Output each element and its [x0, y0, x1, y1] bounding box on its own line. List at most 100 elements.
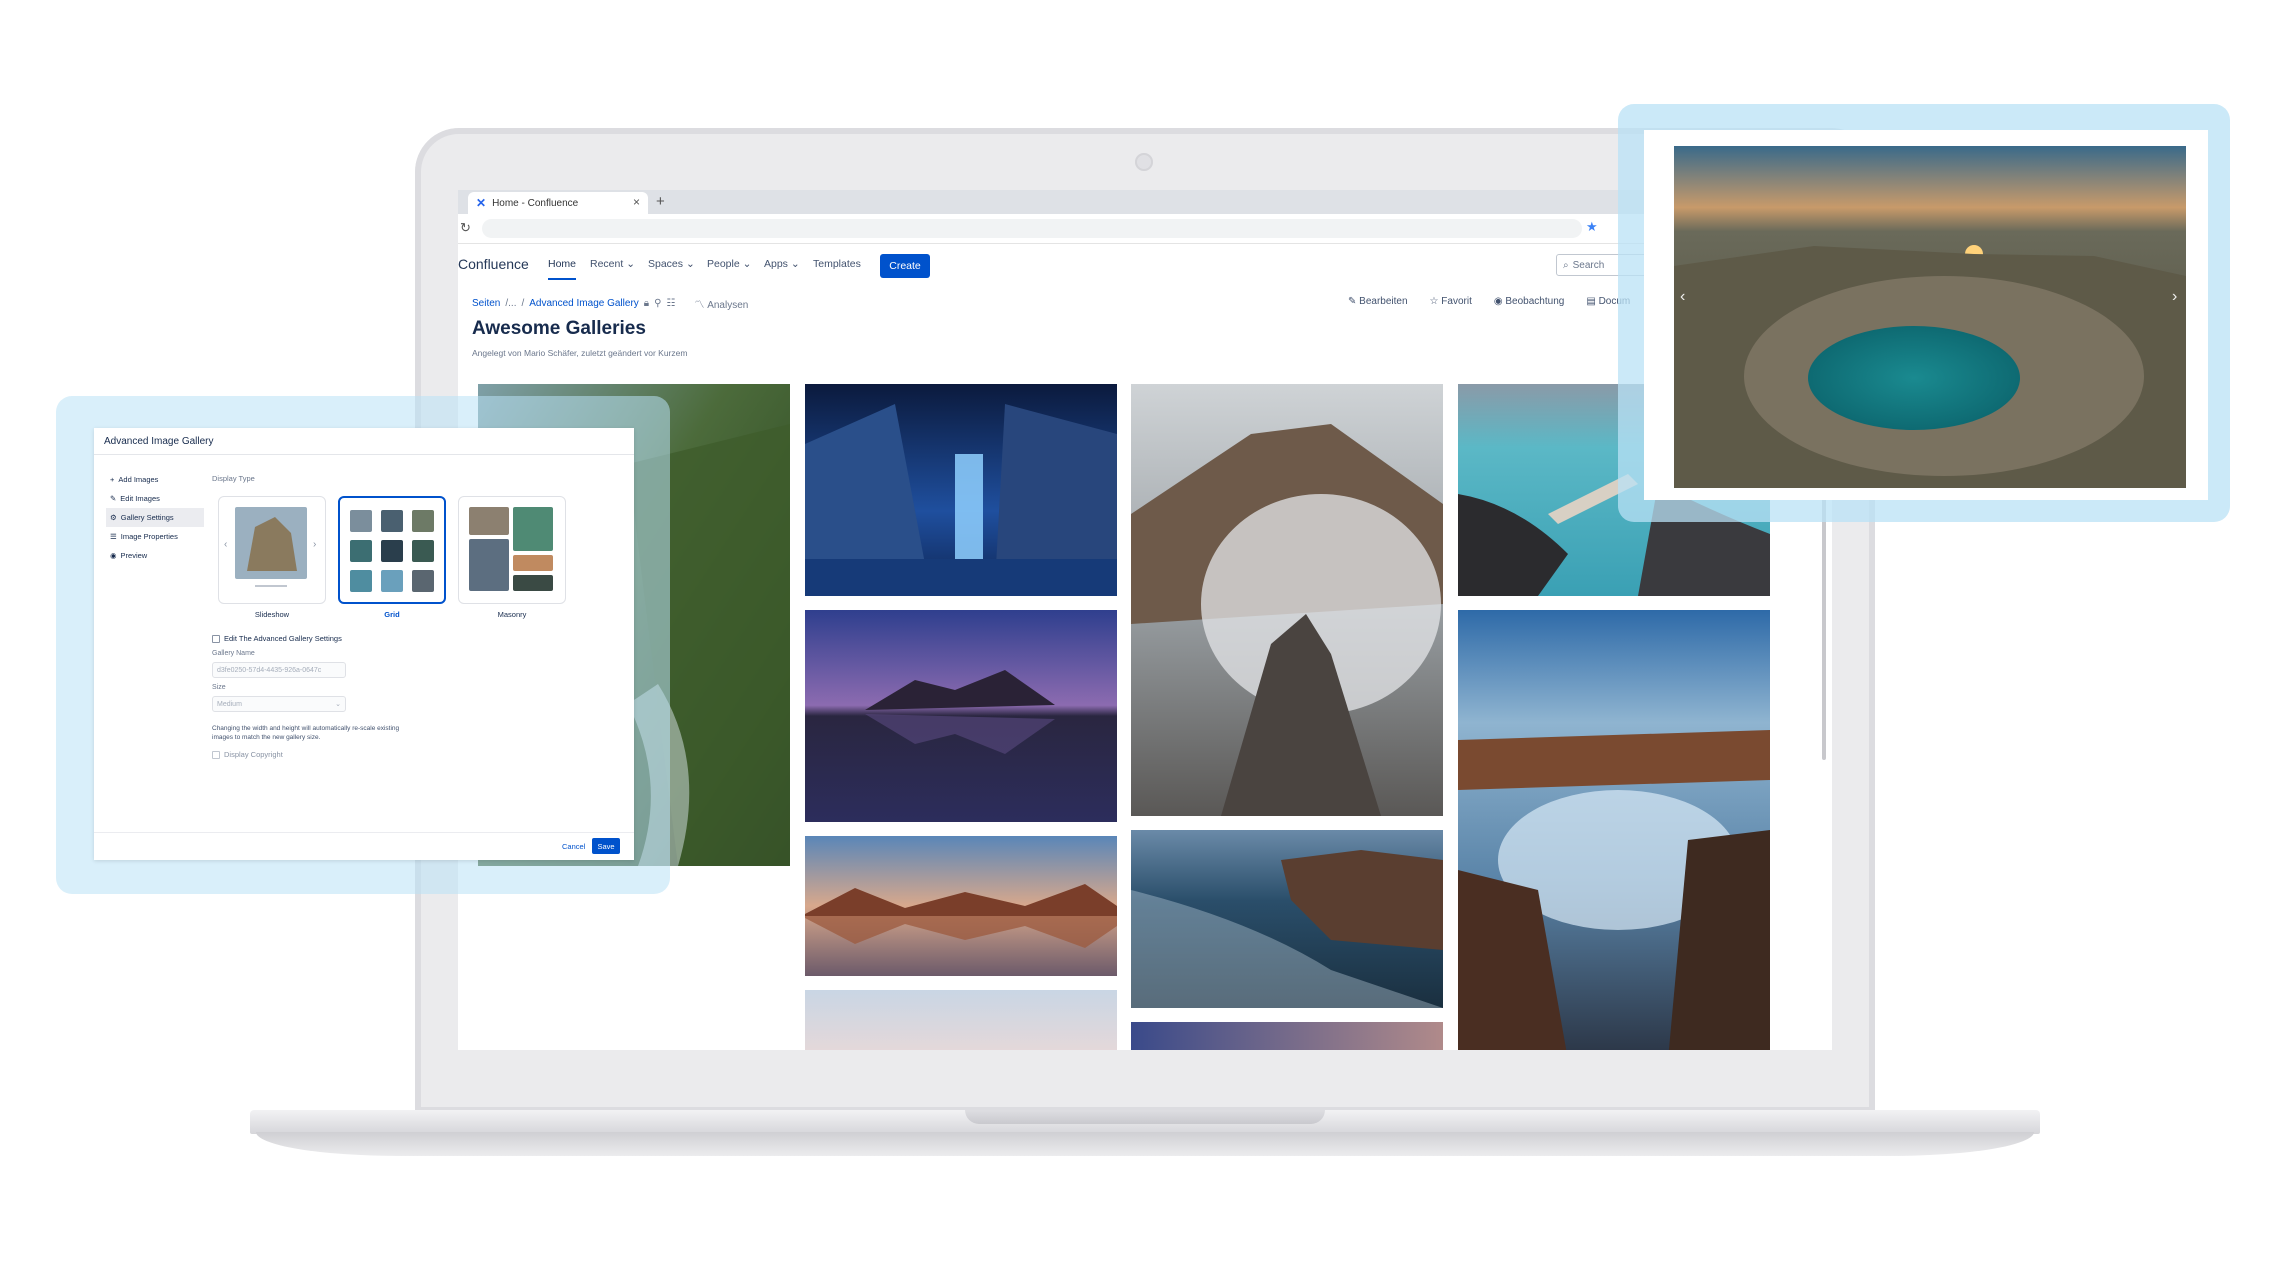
reload-icon[interactable]: ↻ [460, 220, 471, 236]
laptop-base-edge [256, 1132, 2034, 1156]
analytics-icon: 〽 [694, 300, 705, 311]
tab-close-icon[interactable]: × [633, 195, 640, 209]
breadcrumb-ellipsis[interactable]: /... [505, 298, 516, 309]
edit-label: Bearbeiten [1359, 296, 1408, 307]
menu-edit-images[interactable]: ✎ Edit Images [106, 489, 204, 508]
breadcrumb: Seiten /... / Advanced Image Gallery 🔒︎ … [472, 296, 748, 311]
masonry-thumbnail-icon [469, 507, 553, 591]
size-value: Medium [217, 700, 242, 708]
masonry-caption: Masonry [497, 610, 527, 619]
menu-label: Edit Images [120, 494, 160, 503]
slideshow-caption: Slideshow [254, 610, 290, 619]
nav-apps-label: Apps [764, 258, 788, 270]
svg-text:›: › [313, 539, 316, 550]
menu-label: Preview [120, 551, 148, 560]
gallery-image-coast-cliff[interactable] [1131, 830, 1443, 1008]
dialog-divider [94, 454, 634, 455]
slideshow-image-crater-lake[interactable] [1674, 146, 2186, 488]
page-byline: Angelegt von Mario Schäfer, zuletzt geän… [472, 348, 688, 358]
bookmark-star-icon[interactable]: ★ [1586, 219, 1598, 235]
document-icon: ▤ [1586, 296, 1596, 307]
tab-title: Home - Confluence [492, 197, 579, 209]
chevron-down-icon: ⌄ [335, 701, 341, 708]
chevron-down-icon: ⌄ [790, 258, 800, 270]
edit-action[interactable]: ✎ Bearbeiten [1348, 296, 1408, 307]
nav-people-label: People [707, 258, 740, 270]
nav-spaces[interactable]: Spaces ⌄ [648, 258, 695, 270]
gear-icon: ⚙ [110, 513, 117, 522]
edit-settings-checkbox[interactable] [212, 634, 220, 643]
pencil-icon: ✎ [1348, 296, 1357, 307]
dialog-title: Advanced Image Gallery [104, 436, 214, 447]
plus-icon: + [110, 475, 115, 484]
dialog-menu: + Add Images ✎ Edit Images ⚙ Gallery Settin… [106, 470, 204, 565]
nav-templates[interactable]: Templates [813, 258, 861, 270]
url-field[interactable] [482, 219, 1582, 238]
menu-label: Add Images [118, 475, 159, 484]
dialog-footer-divider [94, 832, 634, 833]
attachment-icon[interactable]: ⚲ [654, 298, 661, 309]
eye-icon: ◉ [1493, 296, 1503, 307]
gallery-image-pastel-sky[interactable] [805, 990, 1117, 1050]
list-icon: ☰ [110, 532, 117, 541]
menu-gallery-settings[interactable]: ⚙ Gallery Settings [106, 508, 204, 527]
new-tab-button[interactable]: + [656, 193, 665, 210]
gallery-name-value: d3fe0250-57d4-4435-926a-0647c [217, 666, 322, 674]
breadcrumb-separator: / [521, 298, 525, 309]
copyright-label: Display Copyright [224, 750, 283, 759]
page-tree-icon[interactable]: ☷ [666, 298, 675, 309]
nav-apps[interactable]: Apps ⌄ [764, 258, 800, 270]
analytics-link[interactable]: 〽 Analysen [694, 296, 748, 311]
nav-recent[interactable]: Recent ⌄ [590, 258, 635, 270]
copyright-checkbox[interactable] [212, 750, 220, 759]
slideshow-next-icon[interactable]: › [2172, 288, 2177, 306]
nav-spaces-label: Spaces [648, 258, 684, 270]
menu-preview[interactable]: ◉ Preview [106, 546, 204, 565]
gallery-image-sunset-range[interactable] [805, 836, 1117, 976]
save-button[interactable]: Save [592, 838, 620, 854]
pencil-icon: ✎ [110, 494, 117, 503]
edit-settings-checkbox-row[interactable]: Edit The Advanced Gallery Settings [212, 634, 342, 643]
chevron-down-icon: ⌄ [626, 258, 636, 270]
gallery-image-steaming-cairn[interactable] [1131, 384, 1443, 816]
display-type-grid[interactable] [338, 496, 446, 604]
eye-icon: ◉ [110, 551, 117, 560]
cancel-button[interactable]: Cancel [562, 842, 585, 851]
breadcrumb-root[interactable]: Seiten [472, 298, 500, 309]
slideshow-preview: ‹ › [1644, 130, 2208, 500]
svg-text:‹: ‹ [224, 539, 227, 550]
edit-settings-label: Edit The Advanced Gallery Settings [224, 634, 342, 643]
star-outline-icon: ☆ [1429, 296, 1439, 307]
breadcrumb-current[interactable]: Advanced Image Gallery [529, 298, 639, 309]
gallery-name-field[interactable]: d3fe0250-57d4-4435-926a-0647c [212, 662, 346, 678]
copyright-checkbox-row[interactable]: Display Copyright [212, 750, 283, 759]
watch-action[interactable]: ◉ Beobachtung [1494, 296, 1564, 307]
gallery-image-gullfoss-waterfall[interactable] [1458, 610, 1770, 1050]
nav-people[interactable]: People ⌄ [707, 258, 751, 270]
page-actions: ✎ Bearbeiten ☆ Favorit ◉ Beobachtung ▤ D… [1348, 296, 1630, 307]
grid-caption: Grid [384, 610, 400, 619]
gallery-image-dusk-strip[interactable] [1131, 1022, 1443, 1050]
size-select[interactable]: Medium ⌄ [212, 696, 346, 712]
nav-home[interactable]: Home [548, 258, 577, 280]
gallery-image-mountain-reflection[interactable] [805, 610, 1117, 822]
gallery-settings-dialog: Advanced Image Gallery + Add Images ✎ Edit… [94, 428, 634, 860]
favorite-action[interactable]: ☆ Favorit [1430, 296, 1472, 307]
confluence-favicon-icon: ✕ [476, 196, 487, 210]
nav-recent-label: Recent [590, 258, 624, 270]
slideshow-prev-icon[interactable]: ‹ [1680, 288, 1685, 306]
laptop-camera [1135, 153, 1153, 171]
gallery-image-ice-waterfall[interactable] [805, 384, 1117, 596]
lock-icon[interactable]: 🔒︎ [644, 298, 649, 309]
menu-image-properties[interactable]: ☰ Image Properties [106, 527, 204, 546]
marketing-composition: ✕ Home - Confluence × + ↻ ★ Confluence H… [0, 0, 2276, 1280]
display-type-label: Display Type [212, 474, 255, 483]
confluence-logo[interactable]: Confluence [458, 256, 529, 272]
search-placeholder: Search [1572, 259, 1605, 271]
display-type-slideshow[interactable]: ‹ › [218, 496, 326, 604]
chevron-down-icon: ⌄ [685, 258, 695, 270]
create-button[interactable]: Create [880, 254, 930, 278]
browser-tab[interactable]: ✕ Home - Confluence × [468, 192, 648, 214]
display-type-masonry[interactable] [458, 496, 566, 604]
menu-add-images[interactable]: + Add Images [106, 470, 204, 489]
